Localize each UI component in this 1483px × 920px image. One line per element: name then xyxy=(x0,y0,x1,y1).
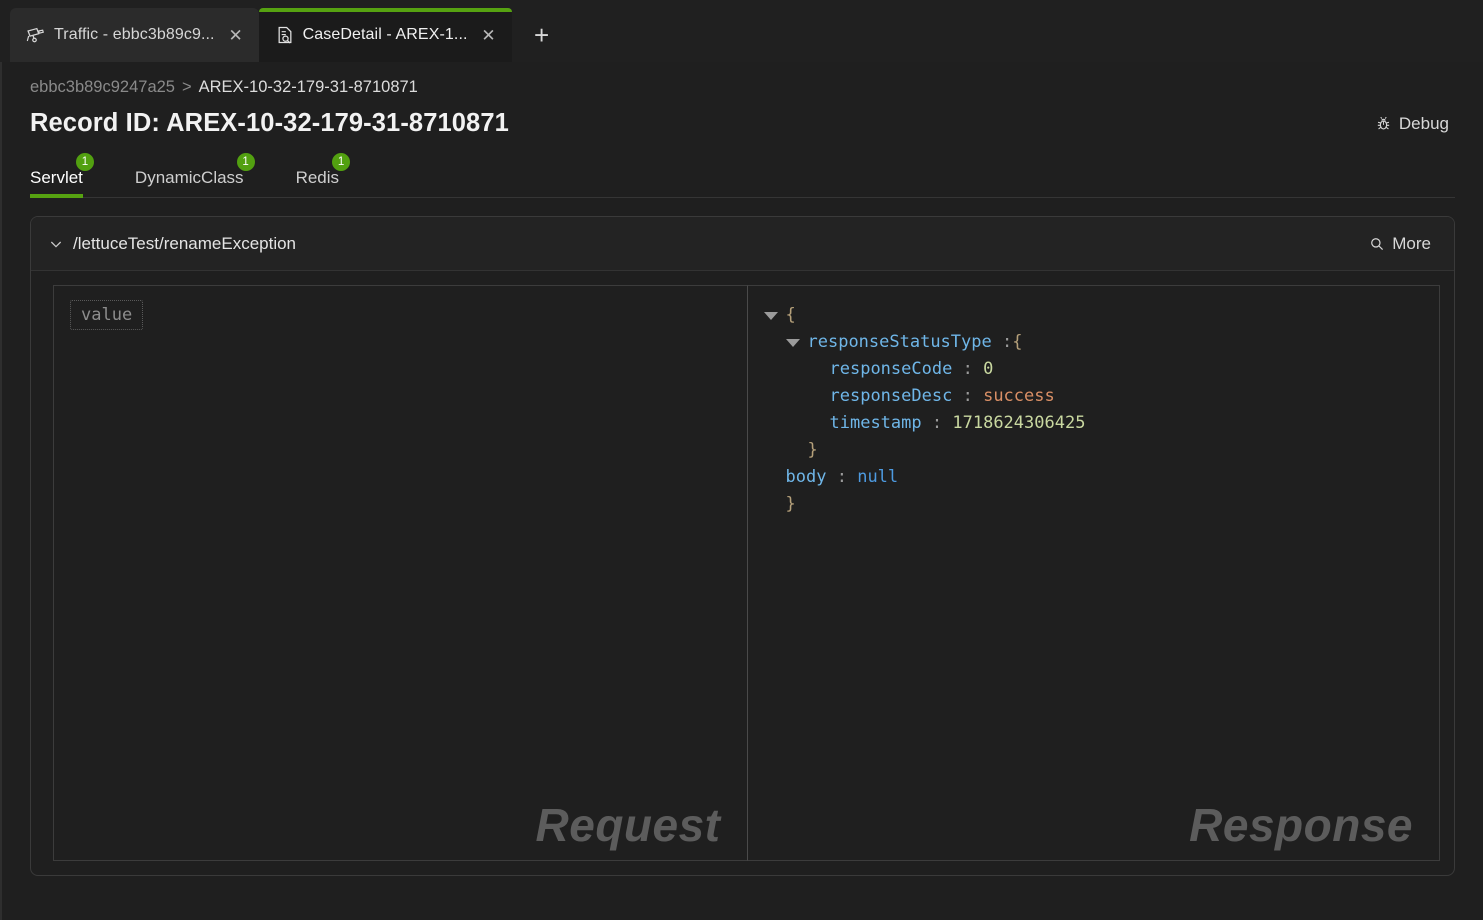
more-button[interactable]: More xyxy=(1364,231,1436,257)
response-json-tree: { responseStatusType :{ responseCode : 0… xyxy=(763,300,1424,518)
browser-tab-label: CaseDetail - AREX-1... xyxy=(302,26,468,43)
json-close-brace: } xyxy=(807,440,818,460)
json-value: 0 xyxy=(983,359,994,379)
tab-servlet-label: Servlet xyxy=(30,168,83,187)
request-pane: value Request xyxy=(53,285,747,861)
json-key: body xyxy=(785,467,827,487)
response-pane: { responseStatusType :{ responseCode : 0… xyxy=(746,285,1440,861)
page-title: Record ID: AREX-10-32-179-31-8710871 xyxy=(30,109,509,137)
category-tabs: Servlet 1 DynamicClass 1 Redis 1 xyxy=(30,152,1455,198)
bug-icon xyxy=(1377,116,1390,130)
tab-dynamicclass[interactable]: DynamicClass 1 xyxy=(135,152,270,198)
tab-redis-badge: 1 xyxy=(331,152,352,172)
json-key: responseStatusType xyxy=(807,332,992,352)
response-watermark: Response xyxy=(1189,799,1413,851)
json-row-responsecode: responseCode : 0 xyxy=(764,356,1424,383)
detail-card: /lettuceTest/renameException More value … xyxy=(30,216,1455,876)
debug-button-label: Debug xyxy=(1398,113,1449,133)
json-row-timestamp: timestamp : 1718624306425 xyxy=(764,410,1424,437)
tab-dynamicclass-badge: 1 xyxy=(235,152,256,172)
chevron-down-icon[interactable] xyxy=(45,233,67,255)
json-value: null xyxy=(857,467,899,487)
json-value: 1718624306425 xyxy=(952,413,1086,433)
breadcrumb-parent[interactable]: ebbc3b89c9247a25 xyxy=(30,78,175,97)
breadcrumb-current: AREX-10-32-179-31-8710871 xyxy=(198,78,418,96)
json-key: responseCode xyxy=(829,359,953,379)
tab-servlet-badge: 1 xyxy=(74,152,95,172)
json-row-responsedesc: responseDesc : success xyxy=(764,383,1424,410)
card-header: /lettuceTest/renameException More xyxy=(31,217,1454,271)
card-body: value Request { responseStatusType :{ re… xyxy=(31,271,1454,875)
browser-tab-close-icon[interactable]: ✕ xyxy=(476,22,502,48)
json-value: success xyxy=(983,386,1055,406)
request-value-chip[interactable]: value xyxy=(70,300,144,330)
json-outer-close: } xyxy=(764,491,1424,518)
json-colon: : xyxy=(931,413,943,433)
tab-servlet[interactable]: Servlet 1 xyxy=(30,152,109,198)
json-inner-close: } xyxy=(764,437,1424,464)
collapse-triangle-icon[interactable] xyxy=(763,311,778,320)
browser-tab-casedetail[interactable]: CaseDetail - AREX-1... ✕ xyxy=(258,8,512,62)
request-watermark: Request xyxy=(535,799,721,851)
browser-tab-traffic[interactable]: Traffic - ebbc3b89c9... ✕ xyxy=(10,8,259,62)
more-button-label: More xyxy=(1392,233,1431,253)
json-colon: : xyxy=(962,386,973,406)
collapse-triangle-icon[interactable] xyxy=(785,338,800,347)
breadcrumb: ebbc3b89c9247a25 > AREX-10-32-179-31-871… xyxy=(30,62,1455,97)
json-root-open[interactable]: { xyxy=(763,302,1424,329)
json-node-responsestatustype[interactable]: responseStatusType :{ xyxy=(764,329,1424,356)
json-key: responseDesc xyxy=(829,386,953,406)
cctv-camera-icon xyxy=(26,27,44,43)
tab-redis[interactable]: Redis 1 xyxy=(296,152,365,198)
browser-tab-strip: Traffic - ebbc3b89c9... ✕ CaseDetail - A… xyxy=(0,0,1483,62)
json-colon: : xyxy=(1001,332,1013,352)
json-key: timestamp xyxy=(829,413,922,433)
json-colon: : xyxy=(836,467,847,487)
new-tab-button[interactable]: + xyxy=(522,15,562,55)
json-colon: : xyxy=(962,359,973,379)
search-icon xyxy=(1371,237,1384,250)
json-close-brace: } xyxy=(785,494,796,514)
debug-button[interactable]: Debug xyxy=(1369,110,1455,138)
json-open-brace: { xyxy=(785,305,796,325)
breadcrumb-separator: > xyxy=(181,78,192,96)
title-row: Record ID: AREX-10-32-179-31-8710871 Deb… xyxy=(30,109,1455,138)
json-open-brace: { xyxy=(1012,332,1023,352)
tab-redis-label: Redis xyxy=(295,168,340,187)
browser-tab-label: Traffic - ebbc3b89c9... xyxy=(54,26,215,43)
json-row-body: body : null xyxy=(764,464,1424,491)
document-search-icon xyxy=(278,26,292,44)
card-title: /lettuceTest/renameException xyxy=(73,233,297,253)
tab-dynamicclass-label: DynamicClass xyxy=(134,168,244,187)
page-content: ebbc3b89c9247a25 > AREX-10-32-179-31-871… xyxy=(0,62,1483,920)
browser-tab-close-icon[interactable]: ✕ xyxy=(223,22,249,48)
